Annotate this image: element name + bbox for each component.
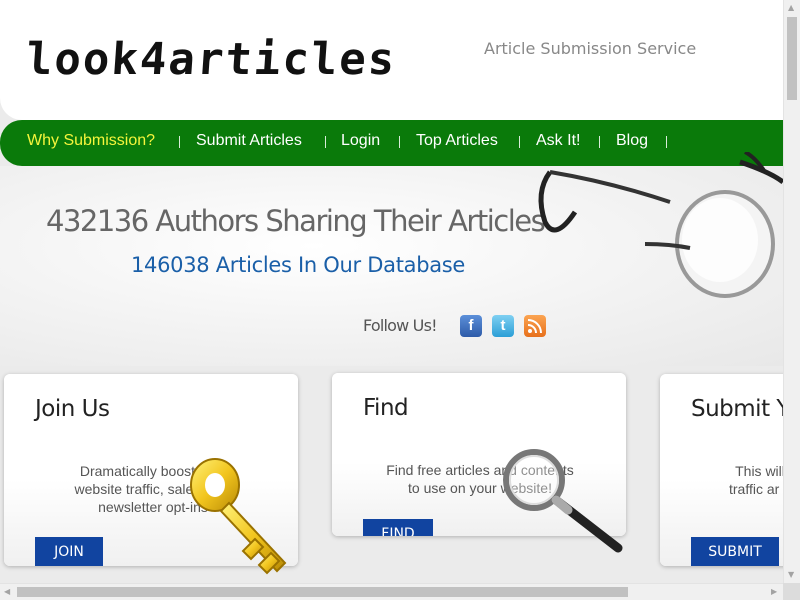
scroll-left-icon[interactable]: ◀	[4, 587, 10, 596]
nav-separator	[179, 136, 180, 148]
nav-item-ask-it[interactable]: Ask It!	[536, 132, 580, 150]
authors-count-heading: 432136 Authors Sharing Their Articles	[46, 204, 546, 238]
site-tagline: Article Submission Service	[484, 39, 697, 58]
card-title: Submit Y	[691, 396, 790, 422]
horizontal-scroll-thumb[interactable]	[17, 587, 628, 597]
nav-item-top-articles[interactable]: Top Articles	[416, 132, 498, 150]
nav-separator	[519, 136, 520, 148]
rss-icon[interactable]	[524, 315, 546, 337]
nav-separator	[666, 136, 667, 148]
nav-item-submit-articles[interactable]: Submit Articles	[196, 132, 302, 150]
submit-button[interactable]: SUBMIT	[691, 537, 779, 566]
nav-separator	[599, 136, 600, 148]
nav-item-blog[interactable]: Blog	[616, 132, 648, 150]
facebook-icon[interactable]: f	[460, 315, 482, 337]
nav-separator	[325, 136, 326, 148]
articles-count-subheading: 146038 Articles In Our Database	[131, 253, 466, 277]
nav-item-login[interactable]: Login	[341, 132, 380, 150]
glasses-illustration	[538, 152, 783, 298]
scroll-up-icon[interactable]: ▲	[788, 3, 794, 12]
scroll-right-icon[interactable]: ▶	[771, 587, 777, 596]
key-icon	[190, 458, 287, 575]
card-title: Find	[363, 395, 409, 421]
site-header: look4articles Article Submission Service	[0, 0, 783, 120]
nav-item-why-submission[interactable]: Why Submission?	[27, 132, 155, 150]
join-button[interactable]: JOIN	[35, 537, 103, 566]
vertical-scrollbar[interactable]: ▲ ▼	[783, 0, 800, 583]
scrollbar-corner	[783, 583, 800, 600]
magnifier-icon	[503, 449, 623, 553]
nav-separator	[399, 136, 400, 148]
submit-card: Submit Y This will traffic ar e SUBMIT	[660, 374, 800, 566]
logo-text: look4articles	[28, 34, 398, 85]
scroll-down-icon[interactable]: ▼	[788, 570, 794, 579]
twitter-icon[interactable]: t	[492, 315, 514, 337]
follow-us-label: Follow Us!	[363, 316, 438, 335]
find-button[interactable]: FIND	[363, 519, 433, 536]
site-logo[interactable]: look4articles	[28, 32, 484, 92]
vertical-scroll-thumb[interactable]	[787, 17, 797, 100]
horizontal-scrollbar[interactable]: ◀ ▶	[0, 583, 783, 600]
card-title: Join Us	[35, 396, 110, 422]
